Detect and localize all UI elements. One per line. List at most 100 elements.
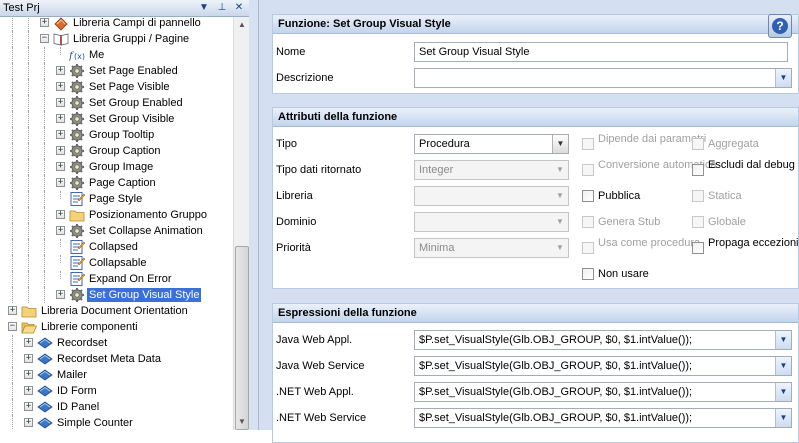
tree-item[interactable]: + Libreria Campi di pannello [0, 17, 233, 31]
tree-item[interactable]: + Posizionamento Gruppo [0, 207, 233, 223]
tree-item[interactable]: + Set Group Visual Style [0, 287, 233, 303]
expand-icon[interactable]: + [56, 66, 65, 75]
project-tree[interactable]: + Libreria Campi di pannello − Libreria Gru… [0, 17, 233, 430]
tree-item[interactable]: Collapsed [0, 239, 233, 255]
use-as-procedure-checkbox[interactable] [582, 242, 594, 254]
tree-item[interactable]: − Librerie componenti [0, 319, 233, 335]
aggregate-checkbox[interactable] [692, 138, 704, 150]
tree-item-label: Page Style [89, 193, 143, 205]
tree-item[interactable]: + Set Page Enabled [0, 63, 233, 79]
expand-icon[interactable]: + [40, 18, 49, 27]
expand-icon[interactable]: + [56, 130, 65, 139]
static-label: Statica [708, 190, 742, 202]
do-not-use-checkbox[interactable] [582, 268, 594, 280]
expression-combo[interactable]: $P.set_VisualStyle(Glb.OBJ_GROUP, $0, $1… [414, 382, 792, 402]
tree-guide-line [44, 191, 45, 207]
tree-item-label: Set Page Visible [89, 81, 170, 93]
tree-item[interactable]: Collapsable [0, 255, 233, 271]
tree-item-label: ID Panel [57, 401, 100, 413]
tree-item[interactable]: + Page Caption [0, 175, 233, 191]
tree-item[interactable]: + Recordset Meta Data [0, 351, 233, 367]
tree-item[interactable]: + Libreria Document Orientation [0, 303, 233, 319]
expand-icon[interactable]: + [24, 386, 33, 395]
public-checkbox[interactable] [582, 190, 594, 202]
panel-close-icon[interactable]: ✕ [232, 1, 246, 15]
scroll-down-icon[interactable]: ▼ [234, 414, 250, 430]
expression-combo[interactable]: $P.set_VisualStyle(Glb.OBJ_GROUP, $0, $1… [414, 408, 792, 428]
depends-on-params-checkbox[interactable] [582, 138, 594, 150]
panel-dropdown-icon[interactable]: ▼ [197, 1, 211, 15]
tree-guide-line [28, 79, 29, 95]
tree-item[interactable]: + Set Collapse Animation [0, 223, 233, 239]
scroll-up-icon[interactable]: ▲ [234, 17, 250, 33]
auto-conversion-checkbox[interactable] [582, 164, 594, 176]
collapse-icon[interactable]: − [8, 322, 17, 331]
return-type-select[interactable]: Integer ▼ [414, 160, 569, 180]
expand-icon[interactable]: + [56, 290, 65, 299]
chevron-down-icon[interactable]: ▼ [552, 239, 568, 257]
chevron-down-icon[interactable]: ▼ [552, 135, 568, 153]
component-icon [37, 351, 53, 367]
exclude-debug-checkbox[interactable] [692, 164, 704, 176]
tree-guide-line [12, 255, 13, 271]
tree-item[interactable]: + Recordset [0, 335, 233, 351]
expand-icon[interactable]: + [24, 370, 33, 379]
tree-item[interactable]: Expand On Error [0, 271, 233, 287]
pane-splitter[interactable] [249, 0, 259, 430]
tree-item[interactable]: + Simple Counter [0, 415, 233, 430]
static-checkbox[interactable] [692, 190, 704, 202]
chevron-down-icon[interactable]: ▼ [775, 357, 791, 375]
tree-vertical-scrollbar[interactable]: ▲ ▼ [233, 17, 249, 430]
domain-select[interactable]: ▼ [414, 212, 569, 232]
type-select[interactable]: Procedura ▼ [414, 134, 569, 154]
expand-icon[interactable]: + [56, 178, 65, 187]
expression-label: Java Web Service [276, 360, 365, 372]
tree-item[interactable]: + ID Form [0, 383, 233, 399]
expression-combo[interactable]: $P.set_VisualStyle(Glb.OBJ_GROUP, $0, $1… [414, 330, 792, 350]
tree-item[interactable]: f (x) Me [0, 47, 233, 63]
collapse-icon[interactable]: − [40, 34, 49, 43]
generate-stub-checkbox[interactable] [582, 216, 594, 228]
expand-icon[interactable]: + [56, 114, 65, 123]
expand-icon[interactable]: + [24, 354, 33, 363]
global-checkbox[interactable] [692, 216, 704, 228]
tree-item[interactable]: + Set Group Enabled [0, 95, 233, 111]
chevron-down-icon[interactable]: ▼ [552, 213, 568, 231]
expand-icon[interactable]: + [56, 82, 65, 91]
chevron-down-icon[interactable]: ▼ [552, 161, 568, 179]
tree-item[interactable]: Page Style [0, 191, 233, 207]
name-input[interactable]: Set Group Visual Style [414, 42, 788, 62]
expand-icon[interactable]: + [56, 210, 65, 219]
tree-item[interactable]: + Group Tooltip [0, 127, 233, 143]
tree-item[interactable]: + Set Page Visible [0, 79, 233, 95]
chevron-down-icon[interactable]: ▼ [552, 187, 568, 205]
expand-icon[interactable]: + [56, 146, 65, 155]
tree-item[interactable]: + Group Caption [0, 143, 233, 159]
tree-item[interactable]: + Mailer [0, 367, 233, 383]
tree-item[interactable]: + ID Panel [0, 399, 233, 415]
expand-icon[interactable]: + [56, 98, 65, 107]
expand-icon[interactable]: + [24, 402, 33, 411]
tree-guide-line [28, 255, 29, 271]
description-combo[interactable]: ▼ [414, 68, 792, 88]
tree-item[interactable]: + Set Group Visible [0, 111, 233, 127]
scrollbar-thumb[interactable] [235, 246, 249, 430]
propagate-exceptions-checkbox[interactable] [692, 242, 704, 254]
expand-icon[interactable]: + [56, 226, 65, 235]
panel-pin-icon[interactable]: ⊥ [215, 1, 229, 15]
expand-icon[interactable]: + [24, 338, 33, 347]
expand-icon[interactable]: + [56, 162, 65, 171]
tree-item[interactable]: − Libreria Gruppi / Pagine [0, 31, 233, 47]
expand-icon[interactable]: + [24, 418, 33, 427]
library-select[interactable]: ▼ [414, 186, 569, 206]
chevron-down-icon[interactable]: ▼ [775, 409, 791, 427]
chevron-down-icon[interactable]: ▼ [775, 331, 791, 349]
expression-combo[interactable]: $P.set_VisualStyle(Glb.OBJ_GROUP, $0, $1… [414, 356, 792, 376]
priority-select[interactable]: Minima ▼ [414, 238, 569, 258]
expand-icon[interactable]: + [8, 306, 17, 315]
tree-item[interactable]: + Group Image [0, 159, 233, 175]
chevron-down-icon[interactable]: ▼ [775, 383, 791, 401]
chevron-down-icon[interactable]: ▼ [775, 69, 791, 87]
tree-item-label: Mailer [57, 369, 87, 381]
help-button[interactable]: ? [768, 14, 792, 38]
